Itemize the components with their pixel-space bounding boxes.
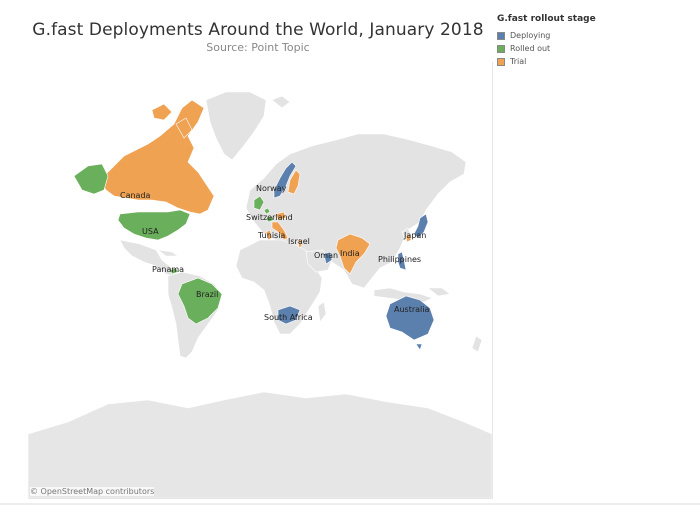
new-zealand [471,335,483,353]
legend-item-trial[interactable]: Trial [497,55,677,68]
greenland[interactable] [205,91,267,161]
label-india: India [340,249,360,258]
label-panama: Panama [152,265,184,274]
legend-item-rolled-out[interactable]: Rolled out [497,42,677,55]
label-tunisia: Tunisia [257,231,285,240]
label-canada: Canada [120,191,151,200]
label-japan: Japan [403,231,426,240]
label-norway: Norway [256,184,287,193]
map-attribution[interactable]: © OpenStreetMap contributors [30,487,155,496]
country-australia[interactable] [385,295,435,341]
map-canvas[interactable]: Canada USA Panama Brazil Norway Switzerl… [28,62,492,498]
cuba [157,249,179,257]
label-israel: Israel [288,237,310,246]
country-canada-islands [151,103,173,121]
label-switzerland: Switzerland [246,213,293,222]
legend-swatch-trial [497,57,505,66]
country-usa-alaska[interactable] [73,163,109,195]
legend-label-rolled-out: Rolled out [510,44,551,53]
chart-title: G.fast Deployments Around the World, Jan… [32,20,484,40]
antarctica [28,391,492,498]
country-australia-tasmania [415,343,423,351]
new-guinea [427,287,451,297]
label-usa: USA [142,227,159,236]
chart-subtitle: Source: Point Topic [206,41,310,54]
legend-label-deploying: Deploying [510,31,551,40]
svalbard [271,95,291,109]
legend-item-deploying[interactable]: Deploying [497,29,677,42]
legend: G.fast rollout stage Deploying Rolled ou… [497,14,677,68]
label-australia: Australia [394,305,429,314]
legend-title: G.fast rollout stage [497,14,596,24]
label-south-africa: South Africa [264,313,313,322]
world-map[interactable]: Canada USA Panama Brazil Norway Switzerl… [28,62,493,499]
legend-swatch-deploying [497,31,505,40]
legend-label-trial: Trial [510,57,527,66]
legend-swatch-rolled-out [497,44,505,53]
dashboard: G.fast Deployments Around the World, Jan… [0,0,700,505]
label-oman: Oman [314,251,338,260]
label-brazil: Brazil [196,290,218,299]
label-philippines: Philippines [378,255,421,264]
madagascar [317,301,327,323]
